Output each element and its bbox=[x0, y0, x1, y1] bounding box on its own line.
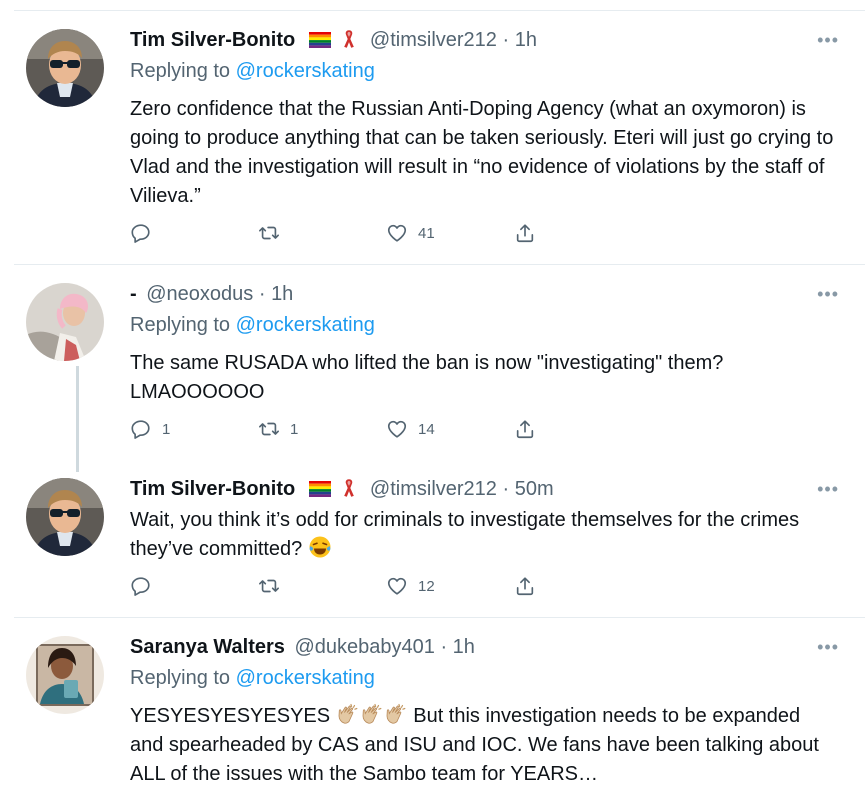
tweet-text: Wait, you think it’s odd for criminals t… bbox=[130, 509, 800, 560]
red-ribbon-icon bbox=[342, 28, 356, 50]
retweet-icon bbox=[258, 418, 280, 440]
tweet-text-part-1: YESYESYESYESYES bbox=[130, 705, 331, 727]
tweet-text: The same RUSADA who lifted the ban is no… bbox=[130, 352, 724, 403]
replying-to-link[interactable]: @rockerskating bbox=[236, 667, 375, 689]
tweet-header: Tim Silver-Bonito @timsilver212 · 1h bbox=[130, 28, 537, 51]
avatar-timsilver[interactable] bbox=[26, 29, 104, 107]
share-button[interactable] bbox=[514, 222, 536, 244]
replying-label: Replying to bbox=[130, 314, 231, 336]
tweet-header: Saranya Walters @dukebaby401 · 1h bbox=[130, 636, 475, 658]
reply-icon bbox=[130, 222, 152, 244]
divider bbox=[14, 617, 865, 618]
more-icon[interactable]: ••• bbox=[817, 284, 839, 305]
share-icon bbox=[514, 575, 536, 597]
share-button[interactable] bbox=[514, 575, 536, 597]
retweet-count: 1 bbox=[290, 420, 299, 438]
reply-icon bbox=[130, 418, 152, 440]
share-button[interactable] bbox=[514, 418, 536, 440]
timestamp[interactable]: 1h bbox=[453, 636, 475, 658]
avatar-dukebaby[interactable] bbox=[26, 636, 104, 714]
display-name[interactable]: - bbox=[130, 283, 137, 305]
share-icon bbox=[514, 418, 536, 440]
replying-label: Replying to bbox=[130, 60, 231, 82]
handle[interactable]: @neoxodus bbox=[146, 283, 253, 305]
handle[interactable]: @timsilver212 bbox=[370, 29, 497, 51]
like-count: 14 bbox=[418, 420, 435, 438]
clapping-hands-icon bbox=[384, 702, 408, 726]
retweet-icon bbox=[258, 575, 280, 597]
like-icon bbox=[386, 222, 408, 244]
top-divider bbox=[14, 10, 865, 11]
retweet-button[interactable]: 1 bbox=[258, 418, 298, 440]
like-icon bbox=[386, 575, 408, 597]
clapping-hands-icon bbox=[360, 702, 384, 726]
more-icon[interactable]: ••• bbox=[817, 479, 839, 500]
like-icon bbox=[386, 418, 408, 440]
like-count: 41 bbox=[418, 224, 435, 242]
like-button[interactable]: 14 bbox=[386, 418, 435, 440]
more-icon[interactable]: ••• bbox=[817, 30, 839, 51]
rainbow-flag-icon bbox=[309, 32, 331, 48]
tweet-header: Tim Silver-Bonito @timsilver212 · 50m bbox=[130, 477, 554, 500]
replying-to-link[interactable]: @rockerskating bbox=[236, 60, 375, 82]
retweet-button[interactable] bbox=[258, 222, 290, 244]
replying-to: Replying to @rockerskating bbox=[130, 312, 375, 338]
timestamp[interactable]: 1h bbox=[515, 29, 537, 51]
retweet-icon bbox=[258, 222, 280, 244]
reply-button[interactable] bbox=[130, 575, 162, 597]
like-count: 12 bbox=[418, 577, 435, 595]
clapping-hands-icon bbox=[336, 702, 360, 726]
display-name[interactable]: Tim Silver-Bonito bbox=[130, 478, 295, 500]
display-name[interactable]: Saranya Walters bbox=[130, 636, 285, 658]
reply-button[interactable] bbox=[130, 222, 162, 244]
tweet-header: - @neoxodus · 1h bbox=[130, 283, 294, 305]
timestamp[interactable]: 50m bbox=[515, 478, 554, 500]
tweet-text-container: Wait, you think it’s odd for criminals t… bbox=[130, 506, 835, 564]
reply-count: 1 bbox=[162, 420, 171, 438]
tweet-text-container: YESYESYESYESYES But this investigation n… bbox=[130, 702, 835, 789]
divider bbox=[14, 264, 865, 265]
display-name[interactable]: Tim Silver-Bonito bbox=[130, 29, 295, 51]
avatar-timsilver[interactable] bbox=[26, 478, 104, 556]
replying-to: Replying to @rockerskating bbox=[130, 58, 375, 84]
timestamp[interactable]: 1h bbox=[271, 283, 293, 305]
red-ribbon-icon bbox=[342, 477, 356, 499]
replying-to: Replying to @rockerskating bbox=[130, 665, 375, 691]
handle[interactable]: @timsilver212 bbox=[370, 478, 497, 500]
thread-line bbox=[76, 366, 79, 472]
face-with-tears-of-joy-icon bbox=[308, 535, 332, 559]
handle[interactable]: @dukebaby401 bbox=[294, 636, 434, 658]
replying-label: Replying to bbox=[130, 667, 231, 689]
reply-button[interactable]: 1 bbox=[130, 418, 170, 440]
like-button[interactable]: 41 bbox=[386, 222, 435, 244]
retweet-button[interactable] bbox=[258, 575, 290, 597]
share-icon bbox=[514, 222, 536, 244]
replying-to-link[interactable]: @rockerskating bbox=[236, 314, 375, 336]
reply-icon bbox=[130, 575, 152, 597]
rainbow-flag-icon bbox=[309, 481, 331, 497]
more-icon[interactable]: ••• bbox=[817, 637, 839, 658]
avatar-neoxodus[interactable] bbox=[26, 283, 104, 361]
tweet-text: Zero confidence that the Russian Anti-Do… bbox=[130, 98, 834, 207]
like-button[interactable]: 12 bbox=[386, 575, 435, 597]
